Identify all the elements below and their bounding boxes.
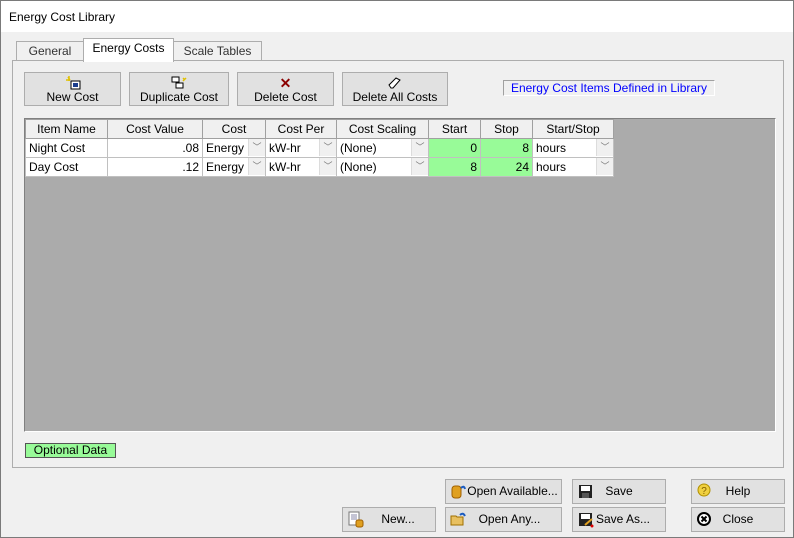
chevron-down-icon[interactable]: ﹀ [319, 158, 336, 175]
close-button[interactable]: Close [691, 507, 785, 532]
optional-data-legend: Optional Data [25, 443, 116, 458]
delete-all-costs-button[interactable]: Delete All Costs [342, 72, 448, 106]
start-cell[interactable]: 8 [428, 157, 481, 177]
cost-value-cell[interactable]: .08 [107, 138, 203, 158]
cost-select[interactable]: Energy ﹀ [202, 157, 266, 177]
save-as-button[interactable]: Save As... [572, 507, 666, 532]
start-stop-units-select[interactable]: hours ﹀ [532, 157, 614, 177]
col-cost-per[interactable]: Cost Per [265, 119, 337, 139]
header-row: Item Name Cost Value Cost Cost Per Cost … [25, 119, 614, 139]
duplicate-icon [130, 76, 228, 90]
open-available-button[interactable]: Open Available... [445, 479, 562, 504]
col-start-stop[interactable]: Start/Stop [532, 119, 614, 139]
col-cost-scaling[interactable]: Cost Scaling [336, 119, 429, 139]
stop-cell[interactable]: 24 [480, 157, 533, 177]
energy-cost-library-window: Energy Cost Library General Energy Costs… [0, 0, 794, 538]
eraser-icon [343, 76, 447, 90]
chevron-down-icon[interactable]: ﹀ [248, 158, 265, 175]
table-row: Night Cost .08 Energy ﹀ kW-hr ﹀ (None) ﹀ 0 … [25, 138, 614, 158]
chevron-down-icon[interactable]: ﹀ [319, 139, 336, 156]
col-stop[interactable]: Stop [480, 119, 533, 139]
cost-scaling-select[interactable]: (None) ﹀ [336, 157, 429, 177]
chevron-down-icon[interactable]: ﹀ [596, 158, 613, 175]
cost-select[interactable]: Energy ﹀ [202, 138, 266, 158]
cost-per-select[interactable]: kW-hr ﹀ [265, 157, 337, 177]
chevron-down-icon[interactable]: ﹀ [596, 139, 613, 156]
start-cell[interactable]: 0 [428, 138, 481, 158]
energy-cost-grid: Item Name Cost Value Cost Cost Per Cost … [24, 118, 776, 432]
chevron-down-icon[interactable]: ﹀ [411, 139, 428, 156]
tab-energy-costs[interactable]: Energy Costs [83, 38, 174, 62]
col-cost-value[interactable]: Cost Value [107, 119, 203, 139]
delete-cost-button[interactable]: ✕ Delete Cost [237, 72, 334, 106]
tab-general[interactable]: General [16, 41, 84, 61]
new-item-icon [25, 76, 120, 90]
duplicate-cost-button[interactable]: Duplicate Cost [129, 72, 229, 106]
open-any-button[interactable]: Open Any... [445, 507, 562, 532]
stop-cell[interactable]: 8 [480, 138, 533, 158]
col-cost[interactable]: Cost [202, 119, 266, 139]
window-title: Energy Cost Library [9, 10, 116, 24]
table-row: Day Cost .12 Energy ﹀ kW-hr ﹀ (None) ﹀ 8 24… [25, 157, 614, 177]
save-button[interactable]: Save [572, 479, 666, 504]
start-stop-units-select[interactable]: hours ﹀ [532, 138, 614, 158]
tab-scale-tables[interactable]: Scale Tables [173, 41, 262, 61]
cost-per-select[interactable]: kW-hr ﹀ [265, 138, 337, 158]
info-label: Energy Cost Items Defined in Library [503, 80, 715, 96]
help-button[interactable]: ? Help [691, 479, 785, 504]
item-name-cell[interactable]: Night Cost [25, 138, 108, 158]
cost-scaling-select[interactable]: (None) ﹀ [336, 138, 429, 158]
chevron-down-icon[interactable]: ﹀ [248, 139, 265, 156]
new-button[interactable]: New... [342, 507, 436, 532]
cost-value-cell[interactable]: .12 [107, 157, 203, 177]
energy-cost-table: Item Name Cost Value Cost Cost Per Cost … [25, 119, 614, 177]
chevron-down-icon[interactable]: ﹀ [411, 158, 428, 175]
delete-x-icon: ✕ [279, 75, 292, 91]
col-start[interactable]: Start [428, 119, 481, 139]
title-bar: Energy Cost Library [1, 1, 793, 32]
new-cost-button[interactable]: New Cost [24, 72, 121, 106]
col-item-name[interactable]: Item Name [25, 119, 108, 139]
item-name-cell[interactable]: Day Cost [25, 157, 108, 177]
